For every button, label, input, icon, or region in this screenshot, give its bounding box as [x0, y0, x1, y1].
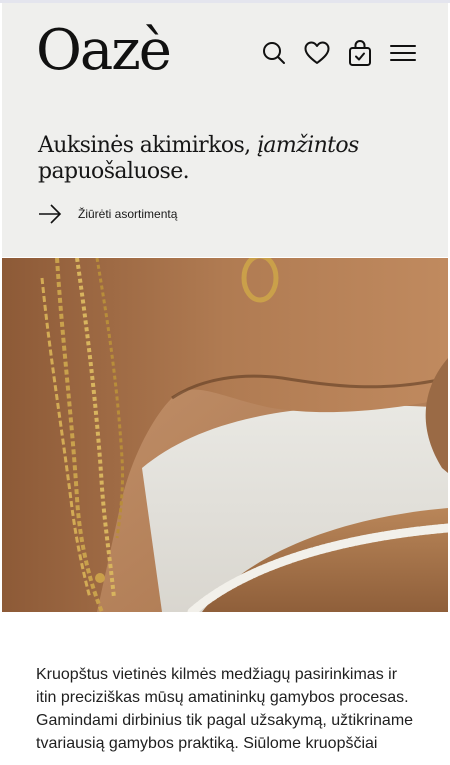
hero-section: Oazè Auksinės akimirkos, įamžintos papuo…: [2, 3, 448, 257]
arrow-right-icon: [39, 204, 62, 224]
tagline-tail: papuošaluose.: [38, 159, 190, 184]
about-section: Kruopštus vietinės kilmės medžiagų pasir…: [36, 663, 416, 755]
menu-icon: [390, 45, 416, 61]
menu-button[interactable]: [387, 37, 419, 69]
cart-button[interactable]: [344, 37, 376, 69]
tagline-lead: Auksinės akimirkos,: [38, 133, 257, 158]
bag-icon: [349, 39, 371, 66]
tagline-emphasis: įamžintos: [256, 133, 359, 158]
search-button[interactable]: [258, 37, 290, 69]
page: Oazè Auksinės akimirkos, įamžintos papuo…: [0, 0, 450, 765]
view-collection-link[interactable]: Žiūrėti asortimentą: [38, 202, 177, 226]
hero-tagline: Auksinės akimirkos, įamžintos papuošaluo…: [38, 133, 398, 185]
heart-icon: [304, 41, 330, 64]
search-icon: [263, 42, 285, 64]
wishlist-button[interactable]: [301, 37, 333, 69]
header-actions: [258, 37, 419, 69]
brand-logo[interactable]: Oazè: [36, 19, 172, 83]
about-paragraph: Kruopštus vietinės kilmės medžiagų pasir…: [36, 666, 414, 752]
view-collection-label: Žiūrėti asortimentą: [78, 207, 178, 221]
hero-photo: [2, 258, 448, 612]
